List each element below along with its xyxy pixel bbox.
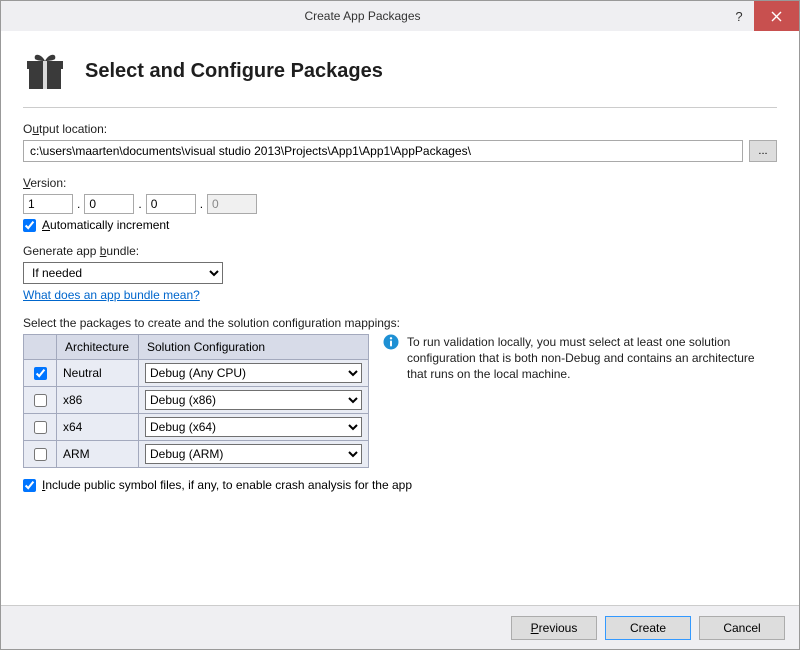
arch-cell: ARM bbox=[57, 441, 139, 468]
version-revision-input bbox=[207, 194, 257, 214]
col-configuration-header: Solution Configuration bbox=[139, 335, 369, 360]
output-location-label: Output location: bbox=[23, 122, 777, 136]
version-build-input[interactable] bbox=[146, 194, 196, 214]
package-icon bbox=[23, 49, 67, 93]
include-symbols-label: Include public symbol files, if any, to … bbox=[42, 478, 412, 492]
include-symbols-row[interactable]: Include public symbol files, if any, to … bbox=[23, 478, 777, 492]
dialog-window: Create App Packages ? Select and Configu… bbox=[0, 0, 800, 650]
col-checkbox-header bbox=[24, 335, 57, 360]
window-title: Create App Packages bbox=[1, 9, 724, 23]
previous-button[interactable]: Previous bbox=[511, 616, 597, 640]
bundle-label: Generate app bundle: bbox=[23, 244, 777, 258]
cancel-button[interactable]: Cancel bbox=[699, 616, 785, 640]
divider bbox=[23, 107, 777, 108]
create-button[interactable]: Create bbox=[605, 616, 691, 640]
arch-cell: x86 bbox=[57, 387, 139, 414]
version-minor-input[interactable] bbox=[84, 194, 134, 214]
arch-x64-checkbox[interactable] bbox=[34, 421, 47, 434]
mapping-label: Select the packages to create and the so… bbox=[23, 316, 777, 330]
architecture-table: Architecture Solution Configuration Neut… bbox=[23, 334, 369, 468]
help-button[interactable]: ? bbox=[724, 1, 754, 31]
dialog-footer: Previous Create Cancel bbox=[1, 605, 799, 649]
conf-x86-select[interactable]: Debug (x86) bbox=[145, 390, 362, 410]
output-location-input[interactable] bbox=[23, 140, 743, 162]
version-major-input[interactable] bbox=[23, 194, 73, 214]
auto-increment-label: Automatically increment bbox=[42, 218, 169, 232]
table-row: x86 Debug (x86) bbox=[24, 387, 369, 414]
auto-increment-row[interactable]: Automatically increment bbox=[23, 218, 777, 232]
page-title: Select and Configure Packages bbox=[85, 60, 383, 83]
auto-increment-checkbox[interactable] bbox=[23, 219, 36, 232]
conf-x64-select[interactable]: Debug (x64) bbox=[145, 417, 362, 437]
conf-neutral-select[interactable]: Debug (Any CPU) bbox=[145, 363, 362, 383]
close-icon bbox=[771, 11, 782, 22]
arch-neutral-checkbox[interactable] bbox=[34, 367, 47, 380]
table-row: Neutral Debug (Any CPU) bbox=[24, 360, 369, 387]
info-icon bbox=[383, 334, 399, 350]
arch-cell: Neutral bbox=[57, 360, 139, 387]
page-header: Select and Configure Packages bbox=[23, 49, 777, 93]
validation-info-text: To run validation locally, you must sele… bbox=[407, 334, 777, 383]
titlebar: Create App Packages ? bbox=[1, 1, 799, 31]
content-area: Select and Configure Packages Output loc… bbox=[1, 31, 799, 605]
validation-info: To run validation locally, you must sele… bbox=[383, 334, 777, 383]
include-symbols-checkbox[interactable] bbox=[23, 479, 36, 492]
table-row: ARM Debug (ARM) bbox=[24, 441, 369, 468]
arch-x86-checkbox[interactable] bbox=[34, 394, 47, 407]
arch-cell: x64 bbox=[57, 414, 139, 441]
close-button[interactable] bbox=[754, 1, 799, 31]
col-architecture-header: Architecture bbox=[57, 335, 139, 360]
bundle-help-link[interactable]: What does an app bundle mean? bbox=[23, 288, 777, 302]
version-label: Version: bbox=[23, 176, 777, 190]
bundle-select[interactable]: If needed bbox=[23, 262, 223, 284]
arch-arm-checkbox[interactable] bbox=[34, 448, 47, 461]
browse-button[interactable]: ... bbox=[749, 140, 777, 162]
table-row: x64 Debug (x64) bbox=[24, 414, 369, 441]
conf-arm-select[interactable]: Debug (ARM) bbox=[145, 444, 362, 464]
